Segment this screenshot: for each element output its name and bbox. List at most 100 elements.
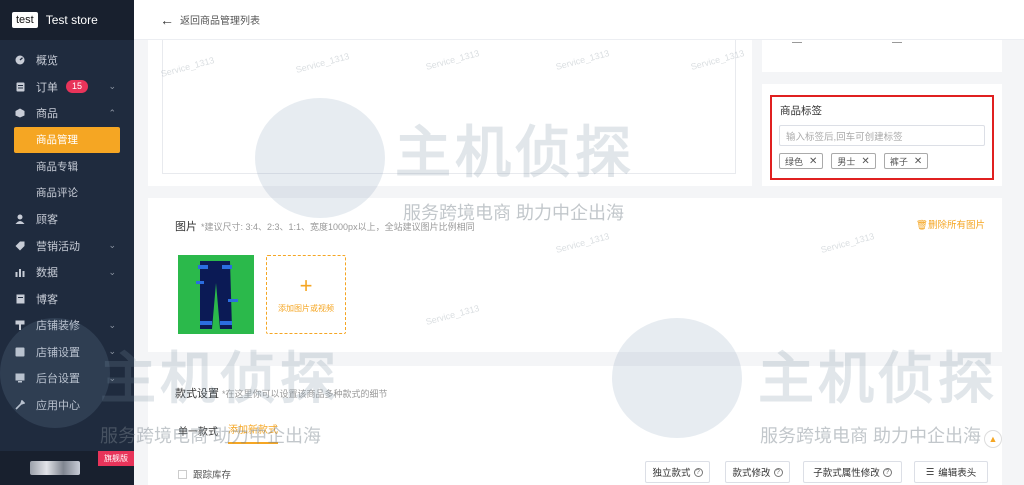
add-image-button[interactable]: + 添加图片或视频 (266, 255, 346, 334)
arrow-up-icon: ▲ (988, 434, 998, 444)
admin-settings-icon (15, 373, 25, 383)
topbar: ← 返回商品管理列表 (134, 0, 1024, 40)
store-logo: test (12, 12, 38, 28)
help-icon: ? (693, 467, 703, 477)
tag-label: 绿色 (785, 156, 804, 167)
close-icon[interactable]: ✕ (809, 156, 817, 167)
chart-icon (15, 267, 25, 278)
variants-title-row: 款式设置 *在这里你可以设置该商品多种款式的细节 (175, 385, 388, 401)
description-card (148, 40, 752, 186)
images-title: 图片 (175, 221, 197, 233)
decorate-icon (15, 320, 25, 331)
customer-icon (15, 214, 25, 225)
variants-hint: *在这里你可以设置该商品多种款式的细节 (222, 389, 388, 399)
add-image-label: 添加图片或视频 (278, 304, 334, 313)
button-label: 独立款式 (652, 468, 691, 479)
plan-badge: 旗舰版 (98, 451, 134, 466)
variants-title: 款式设置 (175, 388, 219, 400)
sidebar-item-products[interactable]: 商品 ⌃ (0, 100, 134, 127)
list-icon: ☰ (925, 466, 935, 478)
help-icon: ? (773, 467, 783, 477)
button-label: 编辑表头 (938, 468, 977, 479)
button-label: 款式修改 (732, 468, 771, 479)
variant-tabs: 单一款式 添加新款式 (178, 421, 278, 444)
sidebar-item-decoration[interactable]: 店铺装修 ⌄ (0, 312, 134, 339)
sidebar-item-label: 后台设置 (36, 373, 80, 386)
chevron-down-icon: ⌄ (108, 266, 116, 277)
sidebar-item-blog[interactable]: 博客 (0, 286, 134, 313)
delete-all-images-button[interactable]: 🗑删除所有图片 (916, 217, 985, 231)
chevron-down-icon: ⌄ (108, 240, 116, 251)
back-link[interactable]: 返回商品管理列表 (180, 12, 260, 27)
sidebar-item-store-settings[interactable]: 店铺设置 ⌄ (0, 339, 134, 366)
tab-single-variant[interactable]: 单一款式 (178, 423, 218, 444)
store-settings-icon (15, 347, 25, 357)
chevron-down-icon: ⌄ (108, 81, 116, 92)
sidebar-item-data[interactable]: 数据 ⌄ (0, 259, 134, 286)
sidebar-item-label: 营销活动 (36, 240, 80, 253)
sidebar-item-app-center[interactable]: 应用中心 (0, 392, 134, 419)
sidebar-item-marketing[interactable]: 营销活动 ⌄ (0, 233, 134, 260)
chevron-down-icon: ⌄ (108, 319, 116, 330)
store-name: Test store (45, 13, 98, 27)
variant-modify-button[interactable]: 款式修改? (725, 461, 790, 483)
rich-text-editor[interactable] (162, 40, 736, 174)
sidebar-item-label: 商品 (36, 108, 58, 121)
tab-add-variant[interactable]: 添加新款式 (228, 421, 278, 444)
sidebar: test Test store 概览 订单 15 ⌄ 商品 ⌃ 商品管理 商品专… (0, 0, 134, 485)
sidebar-item-label: 订单 (36, 81, 58, 94)
product-image-thumbnail[interactable] (178, 255, 254, 334)
sidebar-item-label: 博客 (36, 293, 58, 306)
apps-icon (15, 399, 25, 410)
tag-chip: 绿色 ✕ (779, 153, 824, 169)
blog-icon (15, 294, 25, 304)
sidebar-item-label: 顾客 (36, 214, 58, 227)
tag-chip: 裤子 ✕ (883, 153, 929, 169)
close-icon[interactable]: ✕ (914, 156, 922, 167)
sub-variant-modify-button[interactable]: 子款式属性修改? (803, 461, 902, 483)
user-account[interactable]: 旗舰版 (0, 451, 134, 485)
independent-variant-button[interactable]: 独立款式? (645, 461, 710, 483)
order-icon (15, 82, 25, 92)
avatar (30, 461, 80, 475)
divider (892, 42, 902, 43)
chevron-down-icon: ⌄ (108, 346, 116, 357)
order-count-badge: 15 (66, 80, 89, 94)
sidebar-subitem-product-collection[interactable]: 商品专辑 (0, 153, 134, 180)
tag-input[interactable]: 输入标签后,回车可创建标签 (779, 125, 985, 146)
track-stock-row[interactable]: 跟踪库存 (178, 467, 231, 481)
plus-icon: + (299, 273, 313, 298)
pants-image (196, 261, 238, 329)
sidebar-item-label: 店铺装修 (36, 320, 80, 333)
images-title-row: 图片 *建议尺寸: 3:4、2:3、1:1、宽度1000px以上，全站建议图片比例… (175, 218, 475, 234)
chevron-down-icon: ⌄ (108, 372, 116, 383)
marketing-icon (15, 241, 25, 251)
sidebar-subitem-product-management[interactable]: 商品管理 (14, 126, 120, 153)
sidebar-item-overview[interactable]: 概览 (0, 47, 134, 74)
sidebar-item-label: 数据 (36, 267, 58, 280)
button-label: 子款式属性修改 (813, 468, 880, 479)
sidebar-item-label: 概览 (36, 55, 58, 68)
divider (792, 42, 802, 43)
back-arrow-icon[interactable]: ← (160, 12, 174, 28)
tag-label: 男士 (837, 156, 856, 167)
scroll-to-top-button[interactable]: ▲ (984, 430, 1002, 448)
right-panel-card (762, 40, 1002, 72)
sidebar-subitem-product-reviews[interactable]: 商品评论 (0, 180, 134, 207)
tag-label: 裤子 (889, 156, 908, 167)
close-icon[interactable]: ✕ (861, 156, 869, 167)
help-icon: ? (882, 467, 892, 477)
tag-chip: 男士 ✕ (831, 153, 876, 169)
sidebar-item-orders[interactable]: 订单 15 ⌄ (0, 74, 134, 101)
product-icon (15, 108, 25, 118)
brand-header[interactable]: test Test store (0, 0, 134, 40)
sidebar-item-label: 应用中心 (36, 399, 80, 412)
edit-header-button[interactable]: ☰ 编辑表头 (914, 461, 988, 483)
images-hint: *建议尺寸: 3:4、2:3、1:1、宽度1000px以上，全站建议图片比例相同 (201, 222, 475, 232)
tag-list: 绿色 ✕ 男士 ✕ 裤子 ✕ (779, 153, 929, 169)
sidebar-item-label: 店铺设置 (36, 346, 80, 359)
sidebar-item-admin-settings[interactable]: 后台设置 ⌄ (0, 365, 134, 392)
chevron-up-icon: ⌃ (108, 107, 116, 118)
track-stock-checkbox[interactable] (178, 469, 187, 479)
sidebar-item-customers[interactable]: 顾客 (0, 206, 134, 233)
